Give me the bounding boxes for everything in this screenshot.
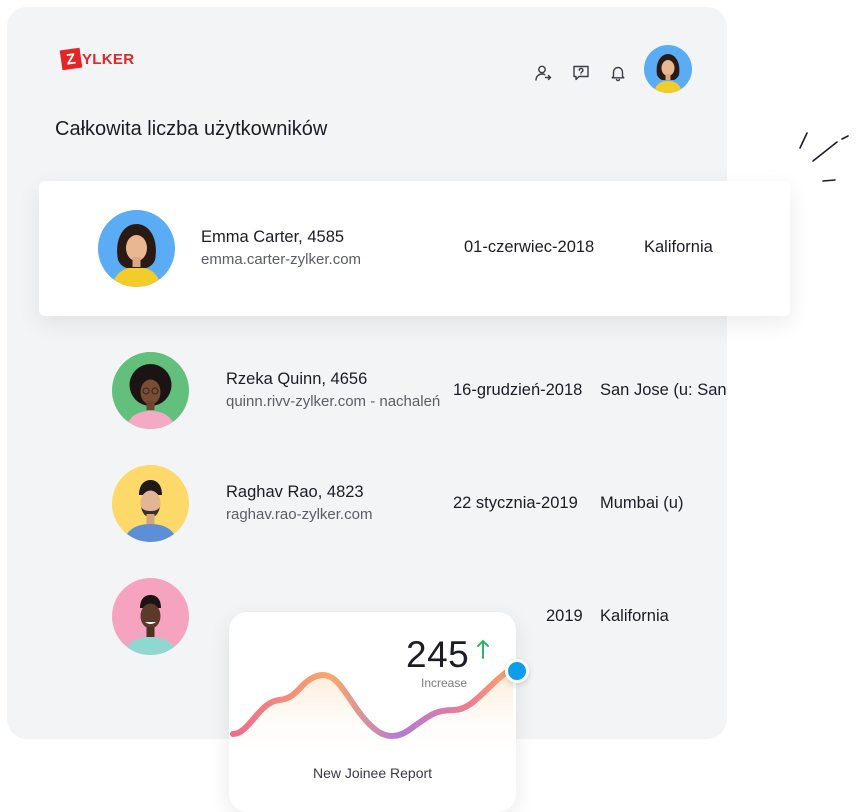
user-location: San Jose (u: San	[600, 381, 727, 399]
bell-icon[interactable]	[607, 62, 629, 84]
user-name: Rzeka Quinn, 4656	[226, 370, 368, 388]
user-avatar-emma[interactable]	[98, 210, 175, 287]
user-switch-icon[interactable]	[532, 62, 554, 84]
help-icon[interactable]	[570, 62, 592, 84]
user-name: Emma Carter, 4585	[201, 228, 345, 246]
user-join-date: 01-czerwiec-2018	[464, 238, 595, 256]
user-location: Kalifornia	[644, 238, 713, 256]
logo-text: YLKER	[82, 50, 135, 68]
report-sub-label: Increase	[421, 676, 468, 690]
user-email[interactable]: raghav.rao-zylker.com	[226, 506, 372, 523]
chart-marker[interactable]	[505, 659, 529, 683]
report-title: New Joinee Report	[312, 765, 433, 781]
new-joinee-report-card[interactable]: 245 Increase New Joinee Report	[229, 612, 529, 812]
report-value: 245	[406, 634, 470, 675]
user-avatar-rzeka[interactable]	[112, 352, 189, 429]
zylker-logo[interactable]: Z YLKER	[59, 47, 135, 71]
profile-avatar[interactable]	[644, 45, 692, 93]
user-join-date: 16-grudzień-2018	[453, 381, 583, 399]
arrow-up-icon	[476, 638, 490, 665]
user-avatar-user4[interactable]	[112, 578, 189, 655]
report-trend-chart	[230, 665, 516, 762]
user-join-date: 2019	[546, 607, 583, 625]
user-location: Kalifornia	[600, 607, 669, 625]
user-avatar-raghav[interactable]	[112, 465, 189, 542]
user-join-date: 22 stycznia-2019	[453, 494, 578, 512]
user-email[interactable]: emma.carter-zylker.com	[201, 251, 361, 268]
user-email[interactable]: quinn.rivv-zylker.com - nachaleń	[226, 393, 440, 410]
user-location: Mumbai (u)	[600, 494, 684, 512]
user-name: Raghav Rao, 4823	[226, 483, 364, 501]
logo-mark: Z	[59, 47, 83, 71]
page-title: Całkowita liczba użytkowników	[55, 118, 328, 140]
decorative-strokes	[799, 132, 849, 182]
